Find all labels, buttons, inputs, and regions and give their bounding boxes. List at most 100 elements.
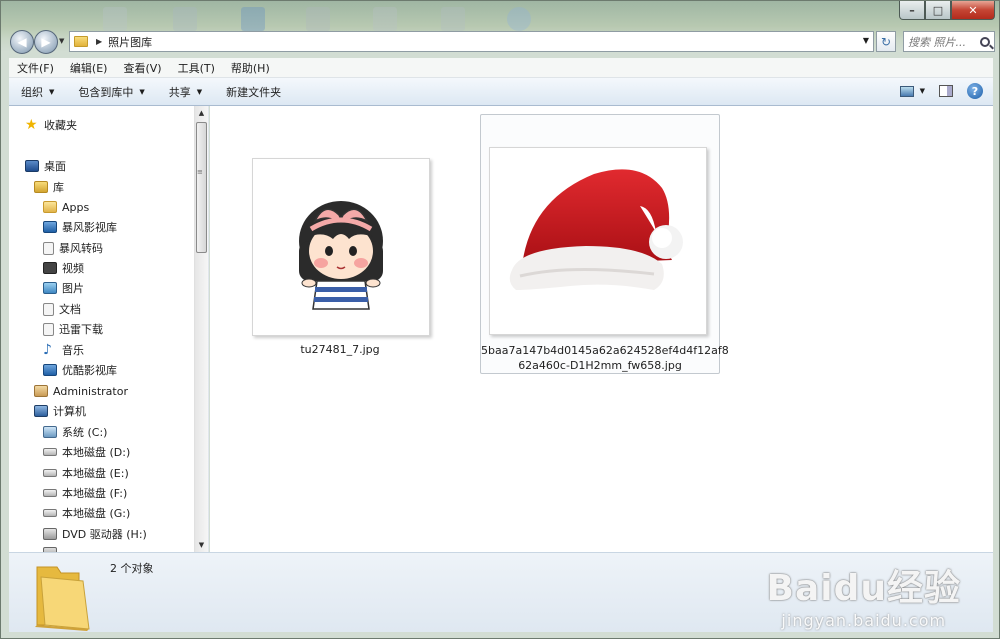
music-icon: ♪	[43, 342, 52, 358]
item-count: 2 个对象	[110, 562, 154, 575]
back-button[interactable]: ◀	[10, 30, 34, 54]
nav-item-documents[interactable]: 文档	[43, 300, 81, 318]
blurred-desktop-icon	[103, 7, 127, 31]
nav-item-pictures[interactable]: 图片	[43, 279, 84, 297]
nav-item-label: 优酷影视库	[62, 364, 117, 377]
file-name: tu27481_7.jpg	[300, 343, 380, 356]
breadcrumb-chevron-icon[interactable]: ▶	[96, 37, 102, 46]
video-icon	[43, 262, 57, 274]
minimize-button[interactable]: –	[899, 1, 925, 20]
refresh-icon: ↻	[880, 34, 892, 49]
nav-item-partial[interactable]	[43, 544, 62, 552]
preview-pane-icon[interactable]	[939, 85, 953, 97]
drive-icon	[43, 469, 57, 477]
menu-file[interactable]: 文件(F)	[9, 60, 62, 76]
nav-item-favorites[interactable]: ★ 收藏夹	[25, 116, 77, 134]
nav-item-drive-f[interactable]: 本地磁盘 (F:)	[43, 484, 127, 502]
menu-bar: 文件(F) 编辑(E) 查看(V) 工具(T) 帮助(H)	[9, 58, 993, 78]
nav-item-label: 计算机	[53, 405, 86, 418]
nav-pane-scrollbar[interactable]: ▲ ≡ ▼	[194, 106, 208, 552]
arrow-right-icon: ▶	[41, 35, 51, 49]
file-item[interactable]: tu27481_7.jpg	[248, 154, 432, 364]
nav-item-label: Administrator	[53, 384, 128, 398]
file-name-line-1: 5baa7a147b4d0145a62a624528ef4d4f12af8	[481, 344, 729, 357]
help-icon[interactable]: ?	[967, 83, 983, 99]
menu-view[interactable]: 查看(V)	[115, 60, 169, 76]
nav-item-drive-e[interactable]: 本地磁盘 (E:)	[43, 464, 129, 482]
pictures-icon	[43, 282, 57, 294]
recent-pages-dropdown[interactable]: ▼	[59, 37, 64, 45]
document-icon	[43, 241, 54, 255]
thumbnail	[489, 147, 707, 335]
navigation-pane: ★ 收藏夹 桌面 库 Apps 暴风影视库 暴风转码 视频 图片 文档 迅雷下载 …	[9, 106, 209, 552]
menu-tools[interactable]: 工具(T)	[170, 60, 223, 76]
scroll-grip-icon: ≡	[197, 168, 203, 176]
search-input[interactable]: 搜索 照片...	[903, 31, 995, 52]
title-bar[interactable]: – □ ✕	[1, 1, 1000, 31]
search-placeholder: 搜索 照片...	[908, 35, 966, 49]
share-button[interactable]: 共享 ▼	[157, 84, 214, 100]
nav-item-label: 系统 (C:)	[62, 426, 108, 439]
command-bar-right: ▼ ?	[899, 83, 983, 99]
user-icon	[34, 385, 48, 397]
address-bar[interactable]: ▶ 照片图库 ▼	[69, 31, 874, 52]
nav-item-drive-d[interactable]: 本地磁盘 (D:)	[43, 443, 130, 461]
menu-edit[interactable]: 编辑(E)	[62, 60, 116, 76]
change-view-button[interactable]: ▼	[899, 85, 925, 97]
star-icon: ★	[25, 117, 38, 133]
address-row: ◀ ▶ ▼ ▶ 照片图库 ▼ ↻ 搜索 照片...	[1, 29, 1000, 55]
nav-item-videos[interactable]: 视频	[43, 259, 84, 277]
nav-item-baofeng-library[interactable]: 暴风影视库	[43, 218, 117, 236]
nav-item-drive-h[interactable]: DVD 驱动器 (H:)	[43, 525, 147, 543]
nav-item-label: 本地磁盘 (D:)	[62, 446, 131, 459]
baidu-jingyan-logo: Baidu经验	[766, 568, 961, 609]
file-item-selected[interactable]: 5baa7a147b4d0145a62a624528ef4d4f12af8 62…	[480, 114, 729, 374]
drive-icon	[43, 489, 57, 497]
breadcrumb-current[interactable]: 照片图库	[108, 34, 152, 50]
chevron-down-icon: ▼	[196, 87, 203, 96]
cartoon-girl-thumbnail-icon	[299, 201, 383, 310]
blurred-desktop-icon	[441, 7, 465, 31]
nav-item-drive-c[interactable]: 系统 (C:)	[43, 423, 107, 441]
close-button[interactable]: ✕	[951, 1, 995, 20]
nav-item-label: 本地磁盘 (G:)	[62, 507, 131, 520]
address-dropdown-icon[interactable]: ▼	[863, 36, 869, 45]
media-library-icon	[43, 364, 57, 376]
scroll-down-icon[interactable]: ▼	[195, 538, 208, 552]
maximize-button[interactable]: □	[925, 1, 951, 20]
watermark: Baidu经验 jingyan.baidu.com	[767, 559, 961, 630]
refresh-button[interactable]: ↻	[876, 31, 896, 52]
arrow-left-icon: ◀	[17, 35, 27, 49]
new-folder-label: 新建文件夹	[226, 85, 282, 99]
document-icon	[43, 302, 54, 316]
nav-item-baofeng-transcode[interactable]: 暴风转码	[43, 239, 103, 257]
nav-item-drive-g[interactable]: 本地磁盘 (G:)	[43, 504, 130, 522]
explorer-window: – □ ✕ ◀ ▶ ▼ ▶ 照片图库 ▼ ↻ 搜索 照片... 文件(F) 编辑…	[0, 0, 1000, 639]
nav-item-computer[interactable]: 计算机	[34, 402, 86, 420]
nav-item-label: DVD 驱动器 (H:)	[62, 528, 147, 541]
library-icon	[34, 181, 48, 193]
organize-button[interactable]: 组织 ▼	[9, 84, 66, 100]
forward-button[interactable]: ▶	[34, 30, 58, 54]
scroll-thumb[interactable]	[196, 122, 207, 253]
nav-item-label: 暴风转码	[59, 242, 103, 255]
scroll-up-icon[interactable]: ▲	[195, 106, 208, 120]
drive-icon	[43, 448, 57, 456]
file-list-area[interactable]: tu27481_7.jpg 5baa7a147b4d0145a62a624528…	[210, 106, 993, 552]
nav-item-apps[interactable]: Apps	[43, 198, 89, 216]
nav-item-label: 暴风影视库	[62, 221, 117, 234]
chevron-down-icon: ▼	[139, 87, 145, 96]
nav-item-libraries[interactable]: 库	[34, 178, 64, 196]
include-in-library-button[interactable]: 包含到库中 ▼	[66, 84, 156, 100]
blurred-desktop-icon	[306, 7, 330, 31]
nav-item-youku-library[interactable]: 优酷影视库	[43, 361, 117, 379]
system-drive-icon	[43, 426, 57, 438]
chevron-down-icon: ▼	[49, 87, 55, 96]
nav-item-desktop[interactable]: 桌面	[25, 157, 66, 175]
dvd-drive-icon	[43, 528, 57, 540]
new-folder-button[interactable]: 新建文件夹	[214, 84, 293, 100]
nav-item-xunlei-downloads[interactable]: 迅雷下载	[43, 320, 103, 338]
menu-help[interactable]: 帮助(H)	[223, 60, 278, 76]
nav-item-administrator[interactable]: Administrator	[34, 382, 128, 400]
nav-item-music[interactable]: ♪ 音乐	[43, 341, 84, 359]
